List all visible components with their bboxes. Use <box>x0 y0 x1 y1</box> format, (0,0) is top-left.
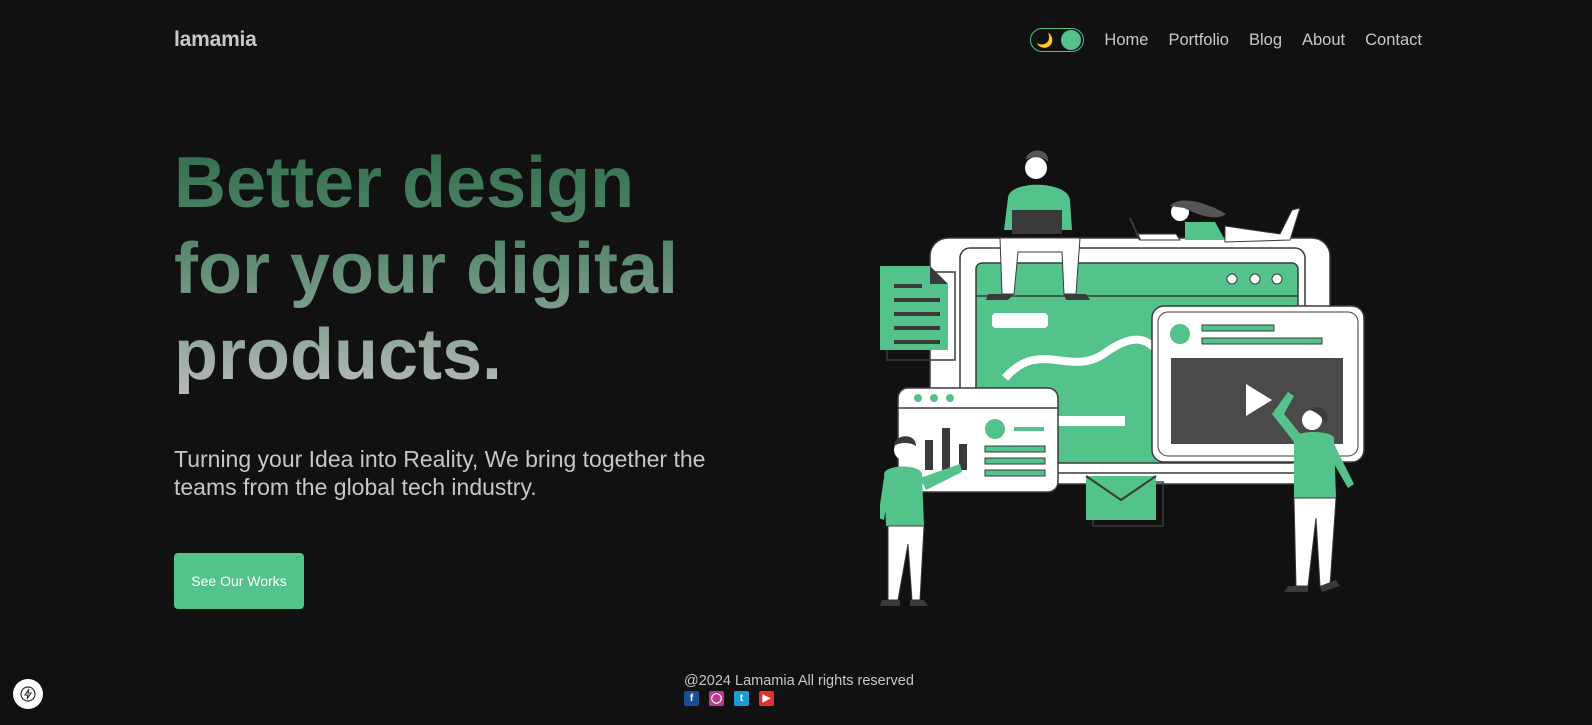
navbar: lamamia 🌙 Home Portfolio Blog About Cont… <box>174 22 1422 58</box>
toggle-knob <box>1061 30 1082 50</box>
nav-link-portfolio[interactable]: Portfolio <box>1168 31 1229 50</box>
see-our-works-button[interactable]: See Our Works <box>174 553 304 609</box>
hero-title: Better design for your digital products. <box>174 140 734 398</box>
nav-link-home[interactable]: Home <box>1104 31 1148 50</box>
instagram-icon[interactable]: ◯ <box>709 691 724 706</box>
site-logo[interactable]: lamamia <box>174 28 257 52</box>
youtube-icon[interactable]: ▶ <box>759 691 774 706</box>
copyright-text: @2024 Lamamia All rights reserved <box>684 673 914 689</box>
lightning-icon[interactable] <box>13 679 43 709</box>
footer: @2024 Lamamia All rights reserved f ◯ t … <box>684 673 944 706</box>
facebook-icon[interactable]: f <box>684 691 699 706</box>
nav-links: Home Portfolio Blog About Contact <box>1104 31 1422 50</box>
theme-toggle[interactable]: 🌙 <box>1030 28 1085 52</box>
nav-link-contact[interactable]: Contact <box>1365 31 1422 50</box>
nav-right: 🌙 Home Portfolio Blog About Contact <box>1030 28 1422 52</box>
hero-illustration <box>880 150 1365 606</box>
nav-link-blog[interactable]: Blog <box>1249 31 1282 50</box>
hero-description: Turning your Idea into Reality, We bring… <box>174 446 706 500</box>
moon-icon: 🌙 <box>1036 32 1054 48</box>
social-links: f ◯ t ▶ <box>684 691 944 706</box>
page: lamamia 🌙 Home Portfolio Blog About Cont… <box>0 0 1592 725</box>
twitter-icon[interactable]: t <box>734 691 749 706</box>
nav-link-about[interactable]: About <box>1302 31 1345 50</box>
